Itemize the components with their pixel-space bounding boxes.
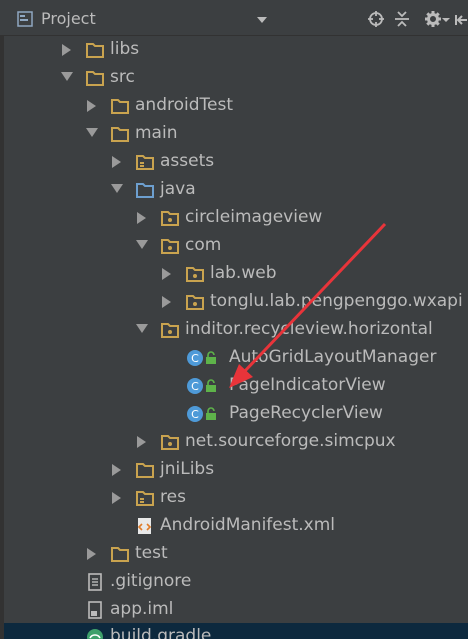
unlock-icon <box>206 351 216 364</box>
package-icon <box>186 295 204 310</box>
tree-item-appiml[interactable]: app.iml <box>4 596 468 624</box>
expand-arrow-icon[interactable] <box>137 204 153 232</box>
folder-icon <box>111 127 129 142</box>
panel-title[interactable]: Project <box>41 9 96 28</box>
svg-text:C: C <box>191 380 199 393</box>
tree-item-androidmanifest[interactable]: AndroidManifest.xml <box>4 512 468 540</box>
source-folder-icon <box>136 183 154 198</box>
class-icon: C <box>187 378 203 394</box>
folder-icon <box>111 547 129 562</box>
expand-arrow-icon[interactable] <box>112 484 128 512</box>
folder-icon <box>86 71 104 86</box>
project-tree: libs src androidTest main assets java ci… <box>4 36 468 639</box>
tree-item-label: app.iml <box>110 599 174 619</box>
tree-item-main[interactable]: main <box>4 120 468 148</box>
svg-text:C: C <box>191 352 199 365</box>
resource-folder-icon <box>136 155 154 170</box>
tree-item-label: res <box>160 487 186 507</box>
tree-item-circleimageview[interactable]: circleimageview <box>4 204 468 232</box>
unlock-icon <box>206 407 216 420</box>
package-icon <box>161 239 179 254</box>
package-icon <box>161 211 179 226</box>
settings-dropdown-icon[interactable] <box>442 10 450 28</box>
tree-item-label: build.gradle <box>110 626 212 639</box>
svg-text:C: C <box>191 408 199 421</box>
tree-item-simcpux[interactable]: net.sourceforge.simcpux <box>4 428 468 456</box>
gradle-icon <box>87 629 103 639</box>
tree-item-label: jniLibs <box>160 459 215 479</box>
expand-arrow-icon[interactable] <box>87 92 103 120</box>
locate-icon[interactable] <box>367 10 385 28</box>
tree-item-label: com <box>185 235 222 255</box>
expand-arrow-icon[interactable] <box>112 148 128 176</box>
folder-icon <box>86 43 104 58</box>
tree-item-label: AndroidManifest.xml <box>160 515 336 535</box>
project-view-icon <box>17 11 33 27</box>
tree-item-res[interactable]: res <box>4 484 468 512</box>
tree-item-pagerecyclerview[interactable]: C PageRecyclerView <box>4 400 468 428</box>
tree-item-src[interactable]: src <box>4 64 468 92</box>
collapse-arrow-icon[interactable] <box>111 176 127 204</box>
text-file-icon <box>88 573 102 591</box>
project-toolbar: Project <box>0 0 468 36</box>
tree-item-label: inditor.recycleview.horizontal <box>185 319 433 339</box>
expand-arrow-icon[interactable] <box>162 260 178 288</box>
package-icon <box>161 435 179 450</box>
expand-arrow-icon[interactable] <box>137 428 153 456</box>
collapse-arrow-icon[interactable] <box>136 316 152 344</box>
xml-file-icon <box>137 518 152 534</box>
tree-item-label: lab.web <box>210 263 277 283</box>
expand-arrow-icon[interactable] <box>62 36 78 64</box>
class-icon: C <box>187 350 203 366</box>
tree-item-autogridlayoutmanager[interactable]: C AutoGridLayoutManager <box>4 344 468 372</box>
tree-item-label: AutoGridLayoutManager <box>229 347 437 367</box>
class-icon: C <box>187 406 203 422</box>
tree-item-label: test <box>135 543 168 563</box>
collapse-icon[interactable] <box>393 10 411 28</box>
tree-item-inditor[interactable]: inditor.recycleview.horizontal <box>4 316 468 344</box>
tree-item-label: PageRecyclerView <box>229 403 383 423</box>
tree-item-test[interactable]: test <box>4 540 468 568</box>
tree-item-tonglu[interactable]: tonglu.lab.pengpenggo.wxapi <box>4 288 468 316</box>
tree-item-label: circleimageview <box>185 207 323 227</box>
tree-item-buildgradle[interactable]: build.gradle <box>4 623 468 639</box>
tree-item-label: PageIndicatorView <box>229 375 386 395</box>
chevron-down-icon[interactable] <box>257 17 267 23</box>
expand-arrow-icon[interactable] <box>162 288 178 316</box>
collapse-arrow-icon[interactable] <box>86 120 102 148</box>
tree-item-label: tonglu.lab.pengpenggo.wxapi <box>210 291 463 311</box>
tree-item-label: assets <box>160 151 215 171</box>
module-file-icon <box>88 601 102 619</box>
tree-item-pageindicatorview[interactable]: C PageIndicatorView <box>4 372 468 400</box>
collapse-arrow-icon[interactable] <box>61 64 77 92</box>
tree-item-label: java <box>160 179 196 199</box>
expand-arrow-icon[interactable] <box>87 540 103 568</box>
tree-item-jnilibs[interactable]: jniLibs <box>4 456 468 484</box>
package-icon <box>161 323 179 338</box>
tree-item-com[interactable]: com <box>4 232 468 260</box>
resource-folder-icon <box>136 491 154 506</box>
folder-icon <box>111 99 129 114</box>
tree-item-label: main <box>135 123 178 143</box>
gear-icon[interactable] <box>424 10 442 28</box>
tree-item-assets[interactable]: assets <box>4 148 468 176</box>
unlock-icon <box>206 379 216 392</box>
package-icon <box>186 267 204 282</box>
tree-item-androidtest[interactable]: androidTest <box>4 92 468 120</box>
collapse-arrow-icon[interactable] <box>136 232 152 260</box>
expand-arrow-icon[interactable] <box>112 456 128 484</box>
tree-item-java[interactable]: java <box>4 176 468 204</box>
tree-item-label: androidTest <box>135 95 233 115</box>
tree-item-lab-web[interactable]: lab.web <box>4 260 468 288</box>
tree-item-label: .gitignore <box>110 571 192 591</box>
tree-item-label: net.sourceforge.simcpux <box>185 431 396 451</box>
tree-item-gitignore[interactable]: .gitignore <box>4 568 468 596</box>
folder-icon <box>136 463 154 478</box>
tree-item-label: libs <box>110 39 140 59</box>
tree-item-libs[interactable]: libs <box>4 36 468 64</box>
hide-icon[interactable] <box>454 10 468 28</box>
tree-item-label: src <box>110 67 135 87</box>
